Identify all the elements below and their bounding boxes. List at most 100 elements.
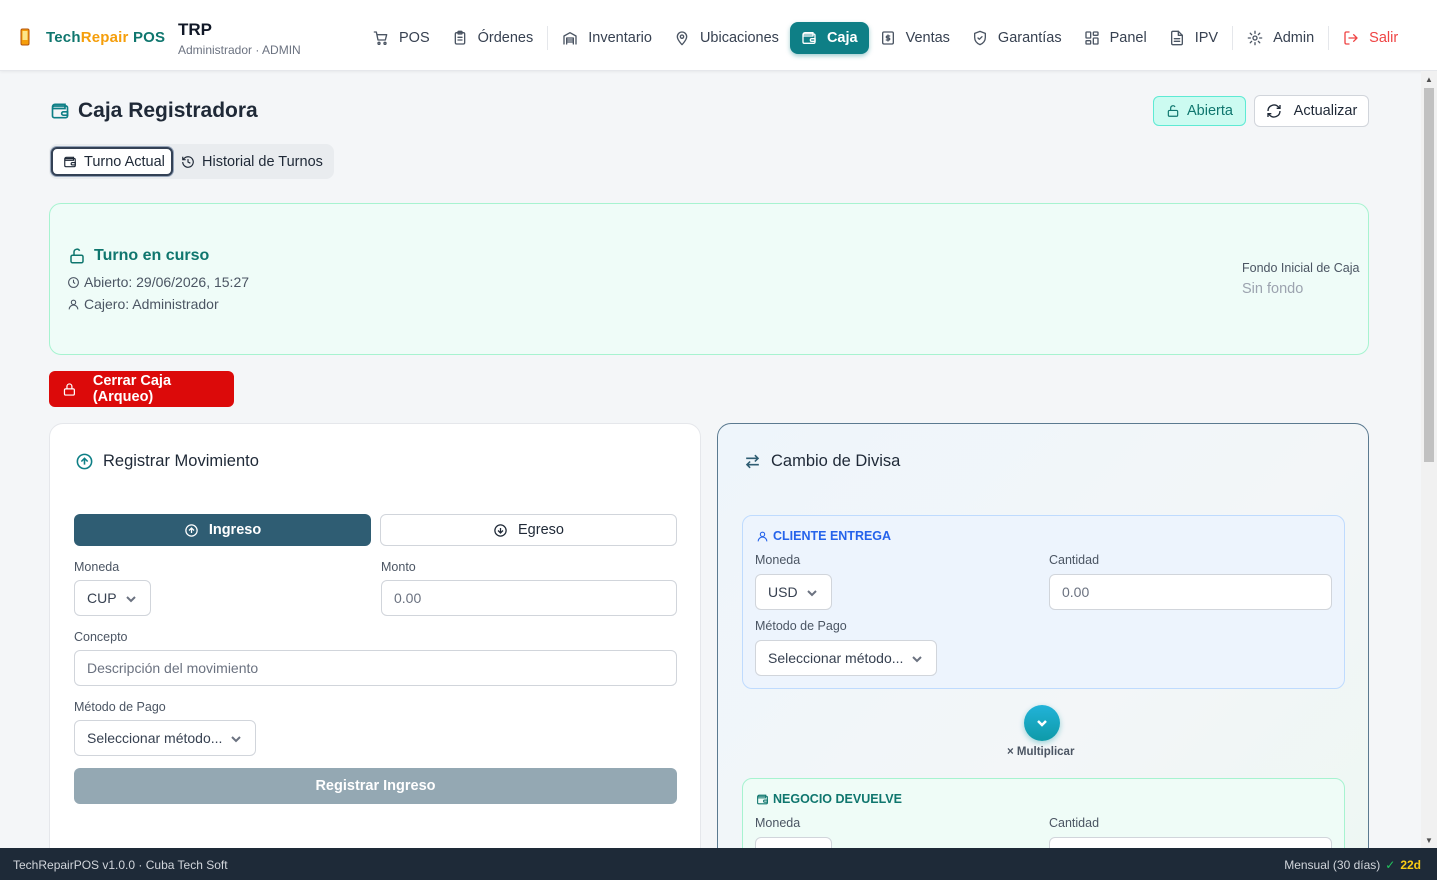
arrow-up-circle-icon	[185, 523, 198, 537]
top-header: TechRepair POS TRP Administrador · ADMIN…	[0, 0, 1437, 71]
chevron-down-icon	[126, 594, 136, 604]
amount-label: Monto	[381, 560, 416, 574]
cart-icon	[373, 31, 388, 45]
business-returns-title: NEGOCIO DEVUELVE	[756, 792, 902, 806]
warehouse-icon	[563, 31, 577, 45]
page-scrollbar[interactable]: ▲ ▼	[1421, 71, 1437, 848]
expense-toggle[interactable]: Egreso	[380, 514, 677, 546]
exchange-title: Cambio de Divisa	[743, 452, 900, 471]
store-code: TRP	[178, 20, 212, 39]
nav-ipv[interactable]: IPV	[1158, 22, 1229, 54]
receipt-dollar-icon	[881, 31, 894, 45]
refresh-button[interactable]: Actualizar	[1254, 95, 1369, 127]
concept-input[interactable]: Descripción del movimiento	[74, 650, 677, 686]
movement-title: Registrar Movimiento	[75, 452, 259, 471]
shift-cashier: Cajero: Administrador	[67, 296, 219, 312]
wallet-icon	[757, 794, 768, 804]
user-icon	[757, 531, 768, 541]
nav-garantias[interactable]: Garantías	[961, 22, 1073, 54]
client-amount-input[interactable]: 0.00	[1049, 574, 1332, 610]
brand-name: TechRepair POS	[46, 28, 166, 46]
scroll-thumb[interactable]	[1424, 88, 1434, 462]
nav-ventas[interactable]: Ventas	[869, 22, 961, 54]
store-info: TRP Administrador · ADMIN	[178, 20, 301, 57]
scroll-down-arrow-icon[interactable]: ▼	[1425, 836, 1433, 845]
scroll-up-arrow-icon[interactable]: ▲	[1425, 75, 1433, 84]
shift-tabs: Turno Actual Historial de Turnos	[49, 144, 334, 179]
logout-icon	[1344, 31, 1358, 45]
arrow-down-circle-icon	[494, 523, 507, 537]
register-movement-panel: Registrar Movimiento Ingreso Egreso Mone…	[49, 423, 701, 863]
unlock-icon	[1167, 105, 1179, 117]
register-status-badge: Abierta	[1153, 96, 1246, 126]
nav-pos[interactable]: POS	[362, 22, 441, 54]
clipboard-icon	[454, 30, 465, 45]
clock-icon	[68, 276, 79, 288]
status-footer: TechRepairPOS v1.0.0 · Cuba Tech Soft Me…	[0, 848, 1437, 880]
client-method-select[interactable]: Seleccionar método...	[755, 640, 937, 676]
shield-check-icon	[973, 30, 986, 46]
wallet-icon	[51, 103, 69, 119]
nav-divider	[1232, 26, 1234, 50]
client-gives-card: CLIENTE ENTREGA Moneda USD Cantidad 0.00…	[742, 515, 1345, 689]
gear-icon	[1247, 30, 1263, 46]
brand-logo[interactable]: TechRepair POS	[20, 28, 165, 46]
payment-method-label: Método de Pago	[74, 700, 166, 714]
tab-current-shift[interactable]: Turno Actual	[51, 147, 173, 176]
nav-caja[interactable]: Caja	[789, 22, 869, 54]
currency-exchange-panel: Cambio de Divisa CLIENTE ENTREGA Moneda …	[717, 423, 1369, 863]
close-register-button[interactable]: Cerrar Caja (Arqueo)	[49, 371, 234, 407]
shift-title: Turno en curso	[68, 247, 209, 265]
chevron-down-icon	[1037, 720, 1047, 727]
user-icon	[68, 299, 79, 309]
chevron-down-icon	[807, 588, 817, 598]
nav-divider	[1328, 26, 1330, 50]
check-icon: ✓	[1385, 858, 1396, 872]
nav-divider	[547, 26, 549, 50]
phone-logo-icon	[20, 28, 30, 46]
client-method-label: Método de Pago	[755, 619, 847, 633]
chevron-down-icon	[912, 654, 922, 664]
business-amount-label: Cantidad	[1049, 816, 1100, 830]
client-gives-title: CLIENTE ENTREGA	[756, 529, 891, 543]
map-pin-icon	[676, 31, 688, 46]
nav-inventario[interactable]: Inventario	[551, 22, 663, 54]
client-currency-label: Moneda	[755, 553, 801, 567]
license-info: Mensual (30 días) ✓ 22d	[1284, 858, 1421, 872]
income-toggle[interactable]: Ingreso	[74, 514, 371, 546]
concept-label: Concepto	[74, 630, 128, 644]
client-amount-label: Cantidad	[1049, 553, 1100, 567]
nav-admin[interactable]: Admin	[1236, 22, 1325, 54]
license-plan: Mensual (30 días)	[1284, 858, 1381, 872]
license-days-left: 22d	[1400, 858, 1421, 872]
amount-input[interactable]: 0.00	[381, 580, 677, 616]
document-icon	[1170, 30, 1183, 46]
nav-ubicaciones[interactable]: Ubicaciones	[663, 22, 790, 54]
currency-label: Moneda	[74, 560, 120, 574]
payment-method-select[interactable]: Seleccionar método...	[74, 720, 256, 756]
nav-salir[interactable]: Salir	[1332, 22, 1409, 54]
client-currency-select[interactable]: USD	[755, 574, 832, 610]
business-currency-label: Moneda	[755, 816, 801, 830]
lock-icon	[63, 382, 75, 396]
currency-select[interactable]: CUP	[74, 580, 151, 616]
page-title: Caja Registradora	[50, 99, 258, 123]
initial-fund-value: Sin fondo	[1242, 281, 1304, 297]
nav-panel[interactable]: Panel	[1073, 22, 1158, 54]
wallet-icon	[802, 31, 816, 44]
tab-shift-history[interactable]: Historial de Turnos	[181, 147, 323, 176]
shift-opened: Abierto: 29/06/2026, 15:27	[67, 274, 249, 290]
initial-fund-label: Fondo Inicial de Caja	[1242, 261, 1360, 275]
chevron-down-icon	[231, 734, 241, 744]
history-icon	[182, 155, 194, 168]
swap-arrows-icon	[745, 454, 760, 469]
nav-ordenes[interactable]: Órdenes	[441, 22, 545, 54]
user-role: Administrador · ADMIN	[178, 43, 301, 57]
page-heading: Caja Registradora	[78, 99, 258, 122]
wallet-icon	[64, 156, 76, 167]
current-shift-card: Turno en curso Abierto: 29/06/2026, 15:2…	[49, 203, 1369, 355]
operation-toggle-button[interactable]	[1024, 705, 1060, 741]
register-income-button[interactable]: Registrar Ingreso	[74, 768, 677, 804]
version-info: TechRepairPOS v1.0.0 · Cuba Tech Soft	[13, 858, 228, 872]
refresh-icon	[1266, 104, 1281, 118]
